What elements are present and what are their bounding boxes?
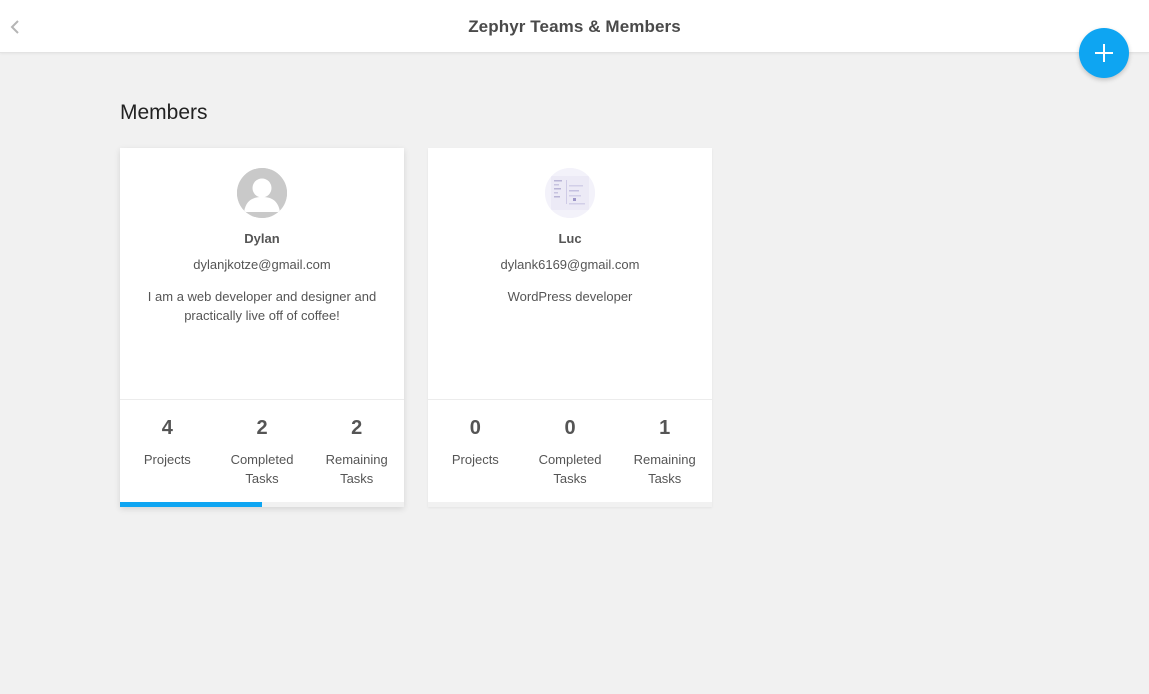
- member-card[interactable]: Luc dylank6169@gmail.com WordPress devel…: [428, 148, 712, 507]
- stat-label: Projects: [143, 452, 191, 467]
- member-bio: I am a web developer and designer and pr…: [147, 289, 377, 323]
- avatar: [237, 168, 287, 218]
- stat-label: Remaining Tasks: [325, 452, 388, 486]
- stat-value: 0: [564, 417, 576, 439]
- stat-value: 2: [256, 417, 268, 439]
- stat-projects: 0 Projects: [428, 400, 523, 502]
- default-user-icon: [237, 168, 287, 218]
- stat-remaining-tasks: 2 Remaining Tasks: [309, 400, 404, 502]
- stat-value: 4: [161, 417, 173, 439]
- stat-remaining-tasks: 1 Remaining Tasks: [617, 400, 712, 502]
- stat-label: Completed Tasks: [538, 452, 602, 486]
- member-email: dylanjkotze@gmail.com: [193, 257, 331, 272]
- avatar: [545, 168, 595, 218]
- member-name: Dylan: [244, 231, 280, 246]
- stat-label: Completed Tasks: [230, 452, 294, 486]
- top-bar: Zephyr Teams & Members: [0, 0, 1149, 53]
- stat-projects: 4 Projects: [120, 400, 215, 502]
- member-stats: 4 Projects 2 Completed Tasks 2 Remaining…: [120, 399, 404, 502]
- page-title: Zephyr Teams & Members: [468, 17, 681, 36]
- member-bio: WordPress developer: [507, 289, 633, 304]
- members-heading: Members: [120, 101, 208, 124]
- stat-value: 1: [659, 417, 671, 439]
- task-progress-bar: [120, 502, 404, 507]
- stat-value: 0: [469, 417, 481, 439]
- stat-value: 2: [351, 417, 363, 439]
- plus-icon: [1095, 44, 1113, 62]
- member-stats: 0 Projects 0 Completed Tasks 1 Remaining…: [428, 399, 712, 502]
- profile-photo-icon: [545, 168, 595, 218]
- task-progress-bar: [428, 502, 712, 507]
- stat-completed-tasks: 2 Completed Tasks: [215, 400, 310, 502]
- member-card[interactable]: Dylan dylanjkotze@gmail.com I am a web d…: [120, 148, 404, 507]
- member-email: dylank6169@gmail.com: [500, 257, 640, 272]
- stat-label: Projects: [451, 452, 499, 467]
- add-member-button[interactable]: [1079, 28, 1129, 78]
- stat-completed-tasks: 0 Completed Tasks: [523, 400, 618, 502]
- stat-label: Remaining Tasks: [633, 452, 696, 486]
- member-name: Luc: [558, 231, 582, 246]
- task-progress-fill: [120, 502, 262, 507]
